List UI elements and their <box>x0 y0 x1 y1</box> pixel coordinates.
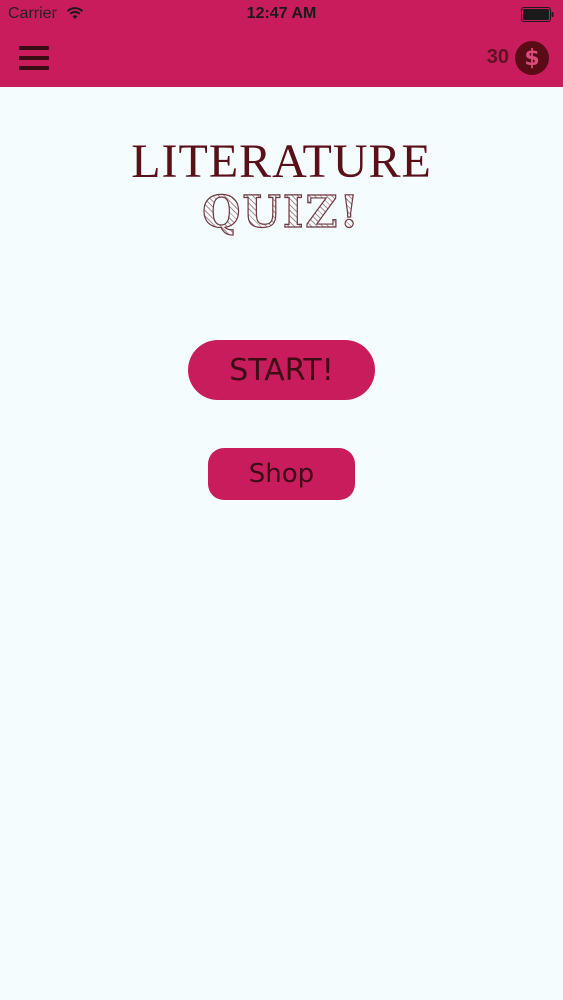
menu-bar <box>19 46 49 50</box>
coin-icon[interactable]: $ <box>515 41 549 75</box>
shop-button[interactable]: Shop <box>208 448 355 500</box>
coin-count: 30 <box>486 46 509 68</box>
top-bar: Carrier 12:47 AM 30 $ <box>0 0 563 87</box>
start-button[interactable]: START! <box>188 340 375 400</box>
menu-bar <box>19 56 49 60</box>
menu-bar <box>19 66 49 70</box>
title-quiz: QUIZ! <box>0 187 563 238</box>
title-literature: LITERATURE <box>131 135 432 188</box>
app-screen: Carrier 12:47 AM 30 $ LITERATURE QUIZ! S… <box>0 0 563 1000</box>
hamburger-menu-icon[interactable] <box>18 44 52 72</box>
status-bar: Carrier 12:47 AM <box>0 0 563 30</box>
status-time: 12:47 AM <box>246 5 317 22</box>
nav-bar: 30 $ <box>0 30 563 87</box>
battery-icon <box>521 7 554 22</box>
